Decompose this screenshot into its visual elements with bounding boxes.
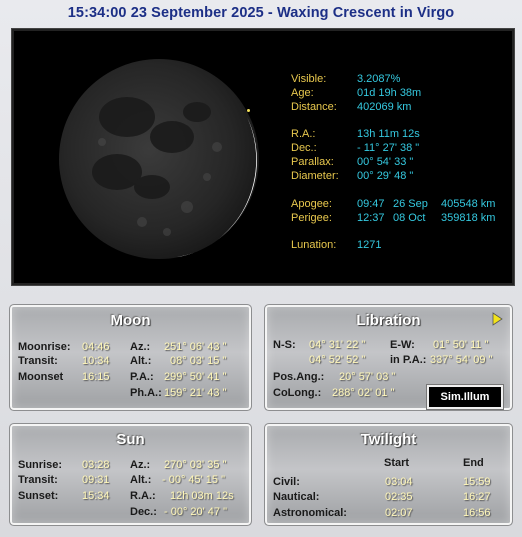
moon-panel-title: Moon — [110, 312, 151, 329]
apogee-distance: 405548 km — [441, 198, 496, 210]
diameter-label: Diameter: — [291, 170, 339, 182]
lunation-label: Lunation: — [291, 239, 337, 251]
next-arrow-icon[interactable] — [490, 311, 504, 327]
moon-image — [57, 57, 262, 267]
inpa-label: in P.A.: — [390, 354, 427, 366]
sun-panel-title: Sun — [116, 431, 145, 448]
sunrise-value: 03:28 — [82, 459, 110, 471]
ns-value-2: 04° 52' 52 " — [309, 354, 366, 366]
lunation-value: 1271 — [357, 239, 382, 251]
sun-ra-value: 12h 03m 12s — [170, 490, 234, 502]
twilight-panel: Twilight Start End Civil: 03:04 15:59 Na… — [267, 426, 510, 523]
moon-panel: Moon Moonrise: 04:46 Transit: 10:34 Moon… — [12, 307, 249, 408]
astronomical-start: 02:07 — [385, 507, 413, 519]
moon-view: Visible: 3.2087% Age: 01d 19h 38m Distan… — [11, 28, 515, 286]
sun-ra-label: R.A.: — [130, 490, 156, 502]
apogee-date: 26 Sep — [393, 198, 428, 210]
posang-label: Pos.Ang.: — [273, 371, 325, 383]
visible-label: Visible: — [291, 73, 327, 85]
sunset-value: 15:34 — [82, 490, 110, 502]
moonset-value: 16:15 — [82, 371, 110, 383]
posang-value: 20° 57' 03 " — [339, 371, 396, 383]
distance-value: 402069 km — [357, 101, 412, 113]
ew-value: 01° 50' 11 " — [433, 339, 489, 351]
moon-alt-label: Alt.: — [130, 355, 152, 367]
visible-value: 3.2087% — [357, 73, 401, 85]
nautical-label: Nautical: — [273, 491, 320, 503]
astronomical-end: 16:56 — [463, 507, 491, 519]
moonrise-label: Moonrise: — [18, 341, 71, 353]
dec-value: - 11° 27' 38 " — [357, 142, 420, 154]
perigee-label: Perigee: — [291, 212, 332, 224]
window-title: 15:34:00 23 September 2025 - Waxing Cres… — [67, 5, 455, 21]
moon-az-value: 251° 06' 43 " — [164, 341, 227, 353]
age-value: 01d 19h 38m — [357, 87, 422, 99]
sun-transit-label: Transit: — [18, 474, 58, 486]
twilight-panel-title: Twilight — [360, 431, 417, 448]
apogee-time: 09:47 — [357, 198, 385, 210]
distance-label: Distance: — [291, 101, 337, 113]
moon-alt-value: 08° 03' 15 " — [170, 355, 227, 367]
nautical-start: 02:35 — [385, 491, 413, 503]
ra-label: R.A.: — [291, 128, 316, 140]
sun-panel: Sun Sunrise: 03:28 Transit: 09:31 Sunset… — [12, 426, 249, 523]
sun-dec-label: Dec.: — [130, 506, 157, 518]
colong-value: 288° 02' 01 " — [332, 387, 395, 399]
moonset-label: Moonset — [18, 371, 64, 383]
civil-start: 03:04 — [385, 476, 413, 488]
star-marker — [247, 109, 250, 112]
libration-panel: Libration N-S: 04° 31' 22 " 04° 52' 52 "… — [267, 307, 510, 410]
dec-label: Dec.: — [291, 142, 317, 154]
moon-pha-label: Ph.A.: — [130, 387, 162, 399]
sim-illum-button[interactable]: Sim.Illum — [426, 384, 504, 410]
civil-end: 15:59 — [463, 476, 491, 488]
ra-value: 13h 11m 12s — [357, 128, 420, 140]
nautical-end: 16:27 — [463, 491, 491, 503]
perigee-time: 12:37 — [357, 212, 385, 224]
ew-label: E-W: — [390, 339, 415, 351]
libration-panel-title: Libration — [356, 312, 421, 329]
parallax-value: 00° 54' 33 " — [357, 156, 414, 168]
perigee-date: 08 Oct — [393, 212, 426, 224]
sunrise-label: Sunrise: — [18, 459, 63, 471]
sun-az-label: Az.: — [130, 459, 151, 471]
end-header: End — [463, 457, 484, 469]
apogee-label: Apogee: — [291, 198, 332, 210]
start-header: Start — [384, 457, 410, 469]
sun-alt-value: - 00° 45' 15 " — [162, 474, 225, 486]
sun-alt-label: Alt.: — [130, 474, 152, 486]
transit-label: Transit: — [18, 355, 58, 367]
ns-label: N-S: — [273, 339, 296, 351]
colong-label: CoLong.: — [273, 387, 322, 399]
age-label: Age: — [291, 87, 314, 99]
sun-dec-value: - 00° 20' 47 " — [164, 506, 227, 518]
parallax-label: Parallax: — [291, 156, 334, 168]
transit-value: 10:34 — [82, 355, 110, 367]
moon-az-label: Az.: — [130, 341, 151, 353]
moon-pha-value: 159° 21' 43 " — [164, 387, 227, 399]
diameter-value: 00° 29' 48 " — [357, 170, 414, 182]
moon-pa-value: 299° 50' 41 " — [164, 371, 227, 383]
astronomical-label: Astronomical: — [273, 507, 347, 519]
perigee-distance: 359818 km — [441, 212, 496, 224]
inpa-value: 337° 54' 09 " — [430, 354, 493, 366]
ns-value-1: 04° 31' 22 " — [309, 339, 366, 351]
civil-label: Civil: — [273, 476, 300, 488]
moon-pa-label: P.A.: — [130, 371, 154, 383]
sunset-label: Sunset: — [18, 490, 59, 502]
sun-az-value: 270° 03' 35 " — [164, 459, 227, 471]
sun-transit-value: 09:31 — [82, 474, 110, 486]
moonrise-value: 04:46 — [82, 341, 110, 353]
